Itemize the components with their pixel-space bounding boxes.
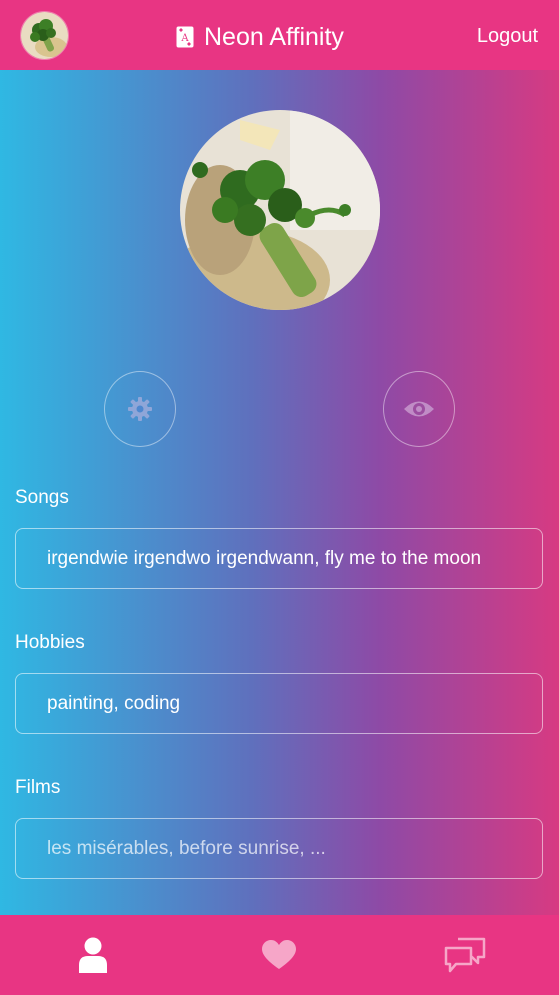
films-input[interactable]	[15, 818, 543, 879]
broccoli-profile-image	[180, 110, 380, 310]
app-title: Neon Affinity	[204, 23, 344, 51]
svg-text:A: A	[180, 33, 189, 44]
bottom-nav	[0, 915, 559, 995]
heart-icon	[262, 940, 296, 969]
hobbies-input[interactable]	[15, 673, 543, 734]
songs-input[interactable]	[15, 528, 543, 589]
ace-of-spades-card-icon: A	[176, 26, 194, 48]
eye-icon	[404, 401, 434, 417]
user-avatar[interactable]	[20, 11, 69, 60]
logout-button[interactable]: Logout	[477, 23, 538, 49]
top-bar: A Neon Affinity Logout	[0, 0, 559, 70]
nav-profile-tab[interactable]	[60, 915, 126, 995]
films-label: Films	[15, 777, 61, 798]
broccoli-avatar-image	[21, 12, 68, 59]
nav-chat-tab[interactable]	[432, 915, 498, 995]
chat-bubbles-icon	[444, 937, 486, 973]
hobbies-label: Hobbies	[15, 632, 85, 653]
nav-likes-tab[interactable]	[246, 915, 312, 995]
app-brand: A Neon Affinity	[176, 22, 344, 52]
settings-button[interactable]	[104, 371, 176, 447]
profile-photo[interactable]	[180, 110, 380, 310]
gear-icon	[128, 397, 152, 421]
preview-button[interactable]	[383, 371, 455, 447]
user-icon	[79, 937, 107, 973]
songs-label: Songs	[15, 487, 69, 508]
